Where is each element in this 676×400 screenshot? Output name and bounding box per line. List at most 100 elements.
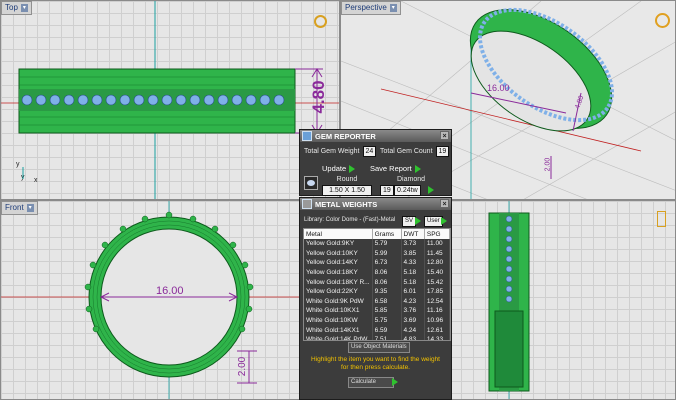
table-row[interactable]: White Gold:9K PdW 6.58 4.23 12.54 [304,296,450,307]
spg-cell: 12.61 [424,325,450,335]
metal-name-cell: Yellow Gold:18KY [304,267,373,278]
dwt-cell: 4.33 [401,258,425,268]
metal-name-cell: White Gold:10KX1 [304,306,373,316]
dimension-width-label: 16.00 [487,83,510,93]
grams-cell: 8.06 [372,277,402,287]
use-object-materials-toggle[interactable]: Use Object Materials [348,342,410,353]
dwt-cell: 5.18 [401,277,425,287]
total-gem-weight-value: 24 [362,146,377,157]
sv-button[interactable]: SV [402,216,417,227]
grams-cell: 8.06 [372,267,402,278]
update-button[interactable]: Update [322,164,356,173]
ring-icon [314,15,327,28]
column-header-spg[interactable]: SPG [424,229,450,239]
viewport-label-perspective[interactable]: Perspective ▾ [341,1,401,15]
metal-name-cell: Yellow Gold:14KY [304,258,373,268]
metal-name-cell: Yellow Gold:22KY [304,286,373,297]
table-row[interactable]: Yellow Gold:14KY 6.73 4.33 12.80 [304,258,450,268]
metal-icon [302,199,312,209]
play-arrow-icon[interactable] [428,186,434,194]
gem-reporter-title: GEM REPORTER [315,131,376,141]
spg-cell: 10.96 [424,315,450,326]
table-row[interactable]: White Gold:10KX1 5.85 3.76 11.16 [304,306,450,316]
metal-table-container[interactable]: Metal Grams DWT SPG Yellow Gold:9KY 5.79 3… [303,228,451,341]
user-button[interactable]: User [424,216,443,227]
grams-cell: 6.59 [372,325,402,335]
grams-cell: 5.79 [372,239,402,249]
column-header-grams[interactable]: Grams [372,229,402,239]
table-row[interactable]: Yellow Gold:18KY R... 8.06 5.18 15.42 [304,277,450,287]
table-row[interactable]: Yellow Gold:22KY 9.35 6.01 17.85 [304,286,450,297]
total-gem-weight-row: Total Gem Weight 24 [304,146,377,157]
gem-icon [302,131,312,141]
viewport-front[interactable]: Front ▾ 16.00 2.00 [0,200,340,400]
spg-cell: 17.85 [424,286,450,297]
metal-table: Metal Grams DWT SPG Yellow Gold:9KY 5.79 3… [304,229,450,340]
column-header-metal[interactable]: Metal [304,229,373,239]
chevron-down-icon[interactable]: ▾ [20,4,28,12]
dimension-depth-label: 2.00 [544,157,552,172]
gem-reporter-titlebar[interactable]: GEM REPORTER × [300,130,451,142]
viewport-top[interactable]: Top▾ y y x 4.80 [0,0,340,200]
play-arrow-icon [349,164,356,173]
dwt-cell: 5.18 [401,267,425,278]
table-header-row: Metal Grams DWT SPG [304,229,450,239]
chevron-down-icon[interactable]: ▾ [389,4,397,12]
grams-cell: 5.85 [372,306,402,316]
column-header-dwt[interactable]: DWT [401,229,425,239]
dwt-cell: 3.85 [401,248,425,259]
spg-cell: 15.40 [424,267,450,278]
chevron-down-icon[interactable]: ▾ [26,204,34,212]
grams-cell: 7.51 [372,334,402,340]
close-icon[interactable]: × [440,131,449,140]
dimension-depth-label: 2.00 [237,356,249,377]
spg-cell: 12.54 [424,296,450,307]
metal-name-cell: White Gold:10KW [304,315,373,326]
grams-cell: 5.75 [372,315,402,326]
dwt-cell: 6.01 [401,286,425,297]
close-icon[interactable]: × [440,199,449,208]
gem-count-value: 19 [380,185,394,196]
play-arrow-icon[interactable] [392,378,398,386]
total-gem-count-value: 19 [435,146,450,157]
dwt-cell: 4.23 [401,296,425,307]
viewport-label-front[interactable]: Front ▾ [1,201,38,215]
grams-cell: 5.99 [372,248,402,259]
table-row[interactable]: Yellow Gold:9KY 5.79 3.73 11.00 [304,239,450,249]
metal-weights-titlebar[interactable]: METAL WEIGHTS × [300,198,451,210]
spg-cell: 12.80 [424,258,450,268]
library-label: Library: Color Dome - (Fast)-Metal [304,217,396,223]
play-arrow-icon[interactable] [415,217,421,225]
metal-name-cell: White Gold:14KX1 [304,325,373,335]
total-gem-count-label: Total Gem Count [380,148,433,155]
ring-icon [657,211,666,227]
play-arrow-icon[interactable] [441,217,447,225]
table-row[interactable]: White Gold:10KW 5.75 3.69 10.96 [304,315,450,326]
save-report-button[interactable]: Save Report [370,164,421,173]
metal-name-cell: Yellow Gold:18KY R... [304,277,373,287]
grams-cell: 6.73 [372,258,402,268]
table-row[interactable]: Yellow Gold:10KY 5.99 3.85 11.45 [304,248,450,259]
round-gem-icon [304,176,318,190]
dwt-cell: 3.76 [401,306,425,316]
gem-size-value: 1.50 X 1.50 [322,185,372,196]
dimension-height-label: 4.80 [309,80,328,114]
play-arrow-icon [414,164,421,173]
total-gem-weight-label: Total Gem Weight [304,148,360,155]
viewport-label-top[interactable]: Top ▾ [1,1,32,15]
table-row[interactable]: White Gold:14KX1 6.59 4.24 12.61 [304,325,450,335]
dwt-cell: 4.83 [401,334,425,340]
table-row[interactable]: White Gold:14K PdW 7.51 4.83 14.33 [304,334,450,340]
gem-shape-header: Round [336,176,358,183]
axis-label-y: y [16,161,20,168]
calculate-button[interactable]: Calculate [348,377,394,388]
axis-label-x: x [34,177,38,184]
gem-type-header: Diamond [396,176,425,183]
spg-cell: 11.00 [424,239,450,249]
instruction-note: Highlight the item you want to find the … [311,356,440,371]
metal-weights-title: METAL WEIGHTS [315,199,378,209]
metal-name-cell: White Gold:14K PdW [304,334,373,340]
table-row[interactable]: Yellow Gold:18KY 8.06 5.18 15.40 [304,267,450,278]
spg-cell: 11.16 [424,306,450,316]
metal-name-cell: White Gold:9K PdW [304,296,373,307]
